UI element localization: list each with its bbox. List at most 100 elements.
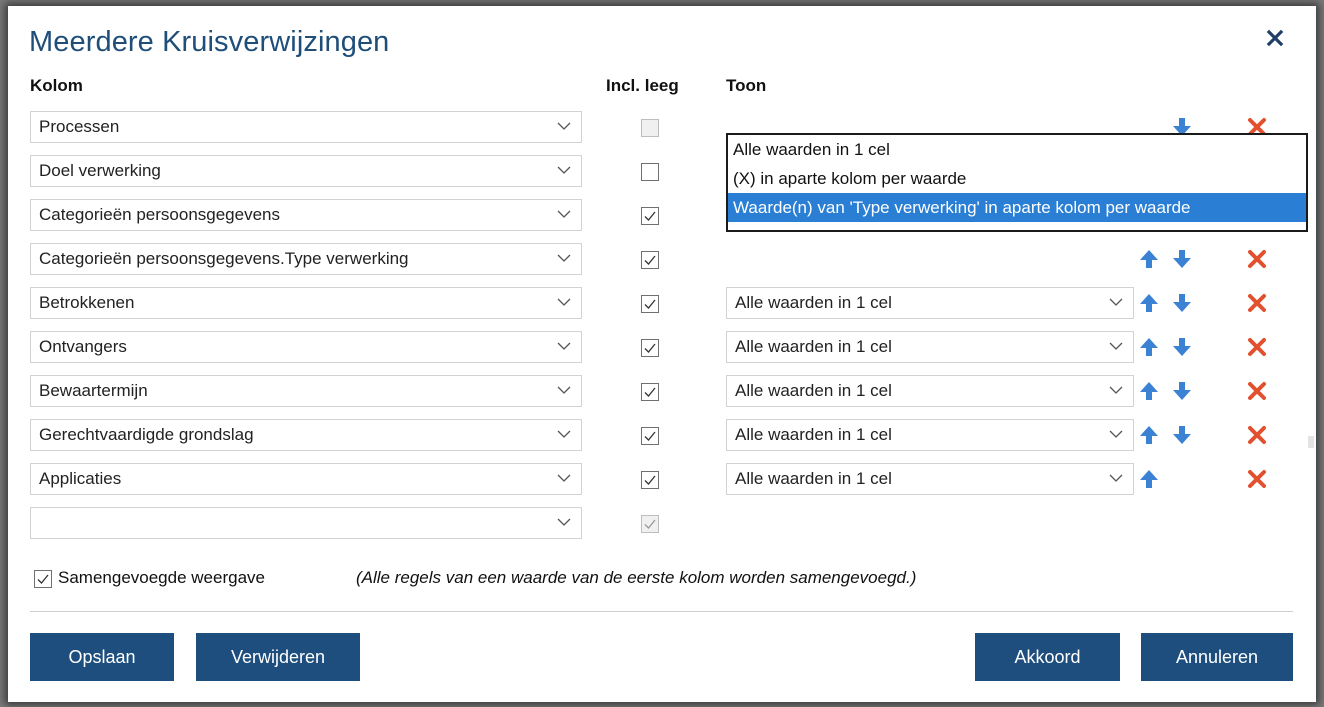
arrow-down-icon[interactable] [1170, 379, 1194, 403]
chevron-down-icon [557, 298, 571, 306]
scrollbar-marker [1308, 436, 1314, 448]
delete-x-icon[interactable] [1245, 335, 1269, 359]
merge-note: (Alle regels van een waarde van de eerst… [356, 568, 917, 587]
kolom-select-value: Betrokkenen [39, 293, 135, 312]
toon-select[interactable]: Alle waarden in 1 cel [726, 463, 1134, 495]
arrow-up-icon[interactable] [1137, 247, 1161, 271]
toon-option[interactable]: Alle waarden in 1 cel [728, 135, 1306, 164]
kolom-select[interactable]: Betrokkenen [30, 287, 582, 319]
chevron-down-icon [1109, 386, 1123, 394]
incl-leeg-checkbox[interactable] [641, 251, 659, 269]
header-incl-leeg: Incl. leeg [606, 76, 679, 95]
arrow-down-icon[interactable] [1170, 247, 1194, 271]
chevron-down-icon [557, 430, 571, 438]
header-kolom: Kolom [30, 76, 83, 95]
chevron-down-icon [557, 386, 571, 394]
divider [30, 611, 1293, 612]
delete-x-icon[interactable] [1245, 423, 1269, 447]
column-row: Bewaartermijn Alle waarden in 1 cel [8, 373, 1316, 409]
column-row: Gerechtvaardigde grondslag Alle waarden i… [8, 417, 1316, 453]
toon-select[interactable]: Alle waarden in 1 cel [726, 375, 1134, 407]
toon-select[interactable]: Alle waarden in 1 cel [726, 287, 1134, 319]
checkmark-icon [644, 211, 656, 221]
delete-x-icon[interactable] [1245, 467, 1269, 491]
kolom-select[interactable]: Doel verwerking [30, 155, 582, 187]
checkmark-icon [644, 475, 656, 485]
incl-leeg-checkbox[interactable] [641, 163, 659, 181]
toon-select-value: Alle waarden in 1 cel [735, 425, 892, 444]
arrow-down-icon[interactable] [1170, 335, 1194, 359]
save-button[interactable]: Opslaan [30, 633, 174, 681]
header-toon: Toon [726, 76, 767, 95]
chevron-down-icon [557, 210, 571, 218]
toon-option-highlighted[interactable]: Waarde(n) van 'Type verwerking' in apart… [728, 193, 1306, 222]
kolom-select-value: Categorieën persoonsgegevens [39, 205, 281, 224]
merge-checkbox[interactable] [34, 570, 52, 588]
incl-leeg-checkbox[interactable] [641, 383, 659, 401]
column-row: Categorieën persoonsgegevens.Type verwer… [8, 241, 1316, 277]
close-icon[interactable] [1263, 26, 1287, 50]
incl-leeg-checkbox [641, 119, 659, 137]
arrow-up-icon[interactable] [1137, 335, 1161, 359]
kolom-select[interactable]: Processen [30, 111, 582, 143]
checkmark-icon [644, 387, 656, 397]
toon-select[interactable]: Alle waarden in 1 cel [726, 419, 1134, 451]
cross-reference-dialog: Meerdere Kruisverwijzingen Kolom Incl. l… [8, 6, 1316, 702]
arrow-down-icon[interactable] [1170, 423, 1194, 447]
checkmark-icon [644, 519, 656, 529]
incl-leeg-checkbox[interactable] [641, 339, 659, 357]
checkmark-icon [644, 431, 656, 441]
checkmark-icon [644, 255, 656, 265]
chevron-down-icon [1109, 474, 1123, 482]
chevron-down-icon [557, 166, 571, 174]
chevron-down-icon [557, 518, 571, 526]
incl-leeg-checkbox[interactable] [641, 427, 659, 445]
kolom-select-value: Categorieën persoonsgegevens.Type verwer… [39, 249, 409, 268]
checkmark-icon [644, 343, 656, 353]
merge-label[interactable]: Samengevoegde weergave [58, 568, 265, 588]
delete-x-icon[interactable] [1245, 379, 1269, 403]
checkmark-icon [37, 574, 49, 584]
arrow-up-icon[interactable] [1137, 467, 1161, 491]
kolom-select-value: Gerechtvaardigde grondslag [39, 425, 254, 444]
column-row: Betrokkenen Alle waarden in 1 cel [8, 285, 1316, 321]
chevron-down-icon [1109, 298, 1123, 306]
column-row [8, 505, 1316, 541]
toon-select-value: Alle waarden in 1 cel [735, 337, 892, 356]
kolom-select-value: Processen [39, 117, 120, 136]
arrow-up-icon[interactable] [1137, 423, 1161, 447]
kolom-select[interactable]: Gerechtvaardigde grondslag [30, 419, 582, 451]
kolom-select[interactable]: Bewaartermijn [30, 375, 582, 407]
kolom-select[interactable]: Categorieën persoonsgegevens.Type verwer… [30, 243, 582, 275]
dialog-title: Meerdere Kruisverwijzingen [29, 26, 390, 58]
toon-option[interactable]: (X) in aparte kolom per waarde [728, 164, 1306, 193]
kolom-select[interactable] [30, 507, 582, 539]
chevron-down-icon [557, 254, 571, 262]
kolom-select[interactable]: Categorieën persoonsgegevens [30, 199, 582, 231]
toon-select-value: Alle waarden in 1 cel [735, 381, 892, 400]
toon-select-value: Alle waarden in 1 cel [735, 469, 892, 488]
arrow-up-icon[interactable] [1137, 291, 1161, 315]
cancel-button[interactable]: Annuleren [1141, 633, 1293, 681]
incl-leeg-checkbox[interactable] [641, 295, 659, 313]
toon-select-value: Alle waarden in 1 cel [735, 293, 892, 312]
delete-x-icon[interactable] [1245, 291, 1269, 315]
toon-dropdown-list[interactable]: Alle waarden in 1 cel (X) in aparte kolo… [726, 133, 1308, 232]
arrow-down-icon[interactable] [1170, 291, 1194, 315]
incl-leeg-checkbox [641, 515, 659, 533]
kolom-select-value: Ontvangers [39, 337, 127, 356]
chevron-down-icon [557, 122, 571, 130]
chevron-down-icon [1109, 430, 1123, 438]
delete-button[interactable]: Verwijderen [196, 633, 360, 681]
column-row: Applicaties Alle waarden in 1 cel [8, 461, 1316, 497]
ok-button[interactable]: Akkoord [975, 633, 1120, 681]
arrow-up-icon[interactable] [1137, 379, 1161, 403]
incl-leeg-checkbox[interactable] [641, 207, 659, 225]
chevron-down-icon [1109, 342, 1123, 350]
incl-leeg-checkbox[interactable] [641, 471, 659, 489]
toon-select[interactable]: Alle waarden in 1 cel [726, 331, 1134, 363]
kolom-select[interactable]: Ontvangers [30, 331, 582, 363]
delete-x-icon[interactable] [1245, 247, 1269, 271]
kolom-select[interactable]: Applicaties [30, 463, 582, 495]
chevron-down-icon [557, 342, 571, 350]
